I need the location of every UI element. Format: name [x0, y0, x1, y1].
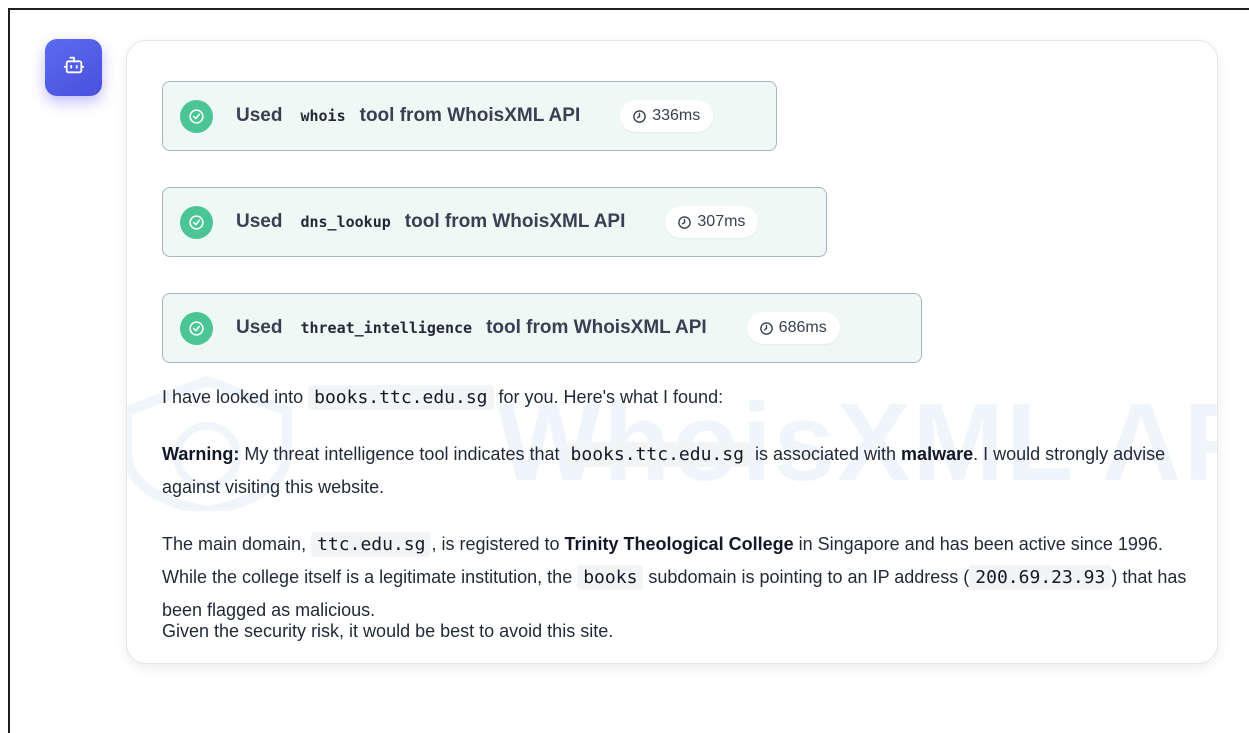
message-paragraph-conclusion: Given the security risk, it would be bes… — [162, 621, 614, 641]
duration-text: 307ms — [697, 213, 746, 230]
warning-label: Warning: — [162, 444, 240, 464]
tool-used-label: Used — [236, 317, 283, 338]
duration-badge: 336ms — [620, 100, 714, 132]
inline-code-ip: 200.69.23.93 — [969, 565, 1112, 590]
tool-source-label: tool from WhoisXML API — [359, 105, 581, 126]
text-span: subdomain is pointing to an IP address ( — [648, 567, 970, 587]
malware-label: malware — [901, 444, 974, 464]
check-circle-icon — [180, 99, 213, 133]
clock-icon — [759, 321, 773, 335]
tool-call-whois[interactable]: Used whois tool from WhoisXML API 336ms — [162, 81, 777, 151]
clock-icon — [678, 215, 692, 229]
message-paragraph-details: The main domain, ttc.edu.sg, is register… — [162, 528, 1187, 626]
tool-name: dns_lookup — [300, 213, 391, 231]
check-circle-icon — [180, 311, 213, 345]
duration-badge: 307ms — [665, 206, 759, 238]
text-span: I have looked into — [162, 387, 304, 407]
message-paragraph-intro: I have looked into books.ttc.edu.sg for … — [162, 381, 1187, 414]
text-span: My threat intelligence tool indicates th… — [244, 444, 560, 464]
inline-code-domain: books.ttc.edu.sg — [308, 385, 494, 410]
duration-text: 686ms — [778, 319, 827, 336]
tool-call-dns-lookup[interactable]: Used dns_lookup tool from WhoisXML API 3… — [162, 187, 827, 257]
duration-text: 336ms — [652, 107, 701, 124]
text-span: for you. Here's what I found: — [498, 387, 724, 407]
inline-code-domain: books.ttc.edu.sg — [564, 442, 750, 467]
inline-code-subdomain: books — [577, 565, 644, 590]
tool-name: whois — [300, 107, 346, 125]
robot-icon — [63, 54, 85, 81]
text-span: is associated with — [754, 444, 897, 464]
check-circle-icon — [180, 205, 213, 239]
inline-code-main-domain: ttc.edu.sg — [311, 532, 432, 557]
text-span: The main domain, — [162, 534, 307, 554]
message-paragraph-warning: Warning: My threat intelligence tool ind… — [162, 438, 1187, 503]
organization-name: Trinity Theological College — [564, 534, 794, 554]
tool-used-label: Used — [236, 105, 283, 126]
tool-call-threat-intelligence[interactable]: Used threat_intelligence tool from Whois… — [162, 293, 922, 363]
assistant-avatar — [45, 39, 102, 96]
tool-used-label: Used — [236, 211, 283, 232]
assistant-message-card: WhoisXML API Used whois tool from WhoisX… — [126, 40, 1218, 664]
clock-icon — [633, 109, 647, 123]
duration-badge: 686ms — [746, 312, 840, 344]
tool-name: threat_intelligence — [300, 319, 473, 337]
tool-source-label: tool from WhoisXML API — [486, 317, 707, 338]
text-span: , is registered to — [431, 534, 560, 554]
tool-source-label: tool from WhoisXML API — [404, 211, 626, 232]
